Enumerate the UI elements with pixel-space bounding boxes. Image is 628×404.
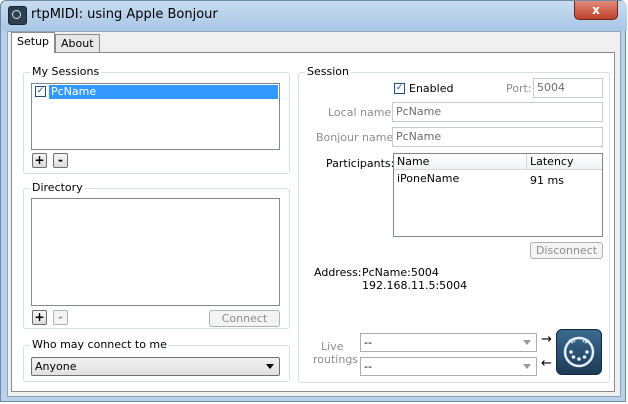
who-may-connect-value: Anyone — [35, 360, 77, 373]
chevron-down-icon — [523, 340, 531, 345]
add-session-button[interactable]: + — [32, 153, 47, 168]
session-enabled-checkbox-main[interactable]: ✓ — [394, 83, 405, 94]
port-field[interactable]: 5004 — [533, 78, 603, 98]
enabled-label: Enabled — [409, 82, 454, 95]
window-title: rtpMIDI: using Apple Bonjour — [31, 7, 218, 22]
address-line-2: 192.168.11.5:5004 — [362, 279, 468, 292]
chevron-down-icon — [266, 364, 274, 369]
directory-label: Directory — [30, 181, 85, 194]
session-name: PcName — [49, 85, 278, 99]
connect-button[interactable]: Connect — [209, 310, 280, 327]
participants-label: Participants: — [326, 157, 395, 170]
rtpmidi-app-icon — [8, 6, 27, 25]
address-label: Address: — [314, 266, 362, 279]
participant-latency: 91 ms — [530, 174, 564, 187]
my-sessions-label: My Sessions — [30, 65, 102, 78]
client-area: Setup About My Sessions ✓ PcName + - Dir… — [7, 31, 621, 397]
routing-out-value: -- — [364, 336, 372, 349]
participants-table[interactable]: Name Latency iPoneName 91 ms — [393, 153, 603, 237]
midi-din-icon — [556, 329, 602, 375]
routing-in-dropdown[interactable]: -- — [360, 357, 537, 376]
remove-session-button[interactable]: - — [53, 153, 68, 168]
directory-list[interactable] — [31, 198, 280, 306]
session-label: Session — [305, 65, 351, 78]
local-name-label: Local name: — [328, 106, 395, 119]
local-name-field[interactable]: PcName — [392, 102, 603, 122]
who-may-connect-label: Who may connect to me — [30, 338, 169, 351]
add-directory-button[interactable]: + — [32, 310, 47, 325]
sessions-list[interactable]: ✓ PcName — [31, 83, 280, 150]
column-header-name[interactable]: Name — [397, 155, 429, 168]
column-divider — [526, 154, 527, 169]
who-may-connect-dropdown[interactable]: Anyone — [31, 357, 280, 376]
remove-directory-button[interactable]: - — [53, 310, 68, 325]
disconnect-button[interactable]: Disconnect — [530, 242, 603, 259]
app-window: rtpMIDI: using Apple Bonjour x Setup Abo… — [0, 0, 627, 402]
routing-out-dropdown[interactable]: -- — [360, 333, 537, 352]
close-button[interactable]: x — [574, 1, 618, 20]
participants-header: Name Latency — [394, 154, 602, 170]
bonjour-name-label: Bonjour name: — [316, 131, 397, 144]
chevron-down-icon — [523, 364, 531, 369]
address-line-1: PcName:5004 — [362, 266, 439, 279]
bonjour-name-field[interactable]: PcName — [392, 127, 603, 147]
arrow-left-icon: ← — [541, 356, 552, 371]
list-item[interactable]: ✓ PcName — [33, 85, 278, 99]
tab-about[interactable]: About — [55, 34, 100, 52]
live-routings-label-2: routings — [313, 353, 359, 366]
arrow-right-icon: → — [541, 332, 552, 347]
port-label: Port: — [506, 82, 532, 95]
tab-setup[interactable]: Setup — [11, 32, 56, 53]
setup-panel: My Sessions ✓ PcName + - Directory + - C… — [11, 52, 615, 392]
participant-name: iPoneName — [397, 172, 460, 185]
live-routings-label-1: Live — [321, 340, 344, 353]
title-bar[interactable]: rtpMIDI: using Apple Bonjour x — [1, 1, 627, 31]
routing-in-value: -- — [364, 360, 372, 373]
table-row[interactable]: iPoneName 91 ms — [397, 172, 601, 187]
session-enabled-checkbox[interactable]: ✓ — [35, 86, 46, 97]
column-header-latency[interactable]: Latency — [530, 155, 573, 168]
